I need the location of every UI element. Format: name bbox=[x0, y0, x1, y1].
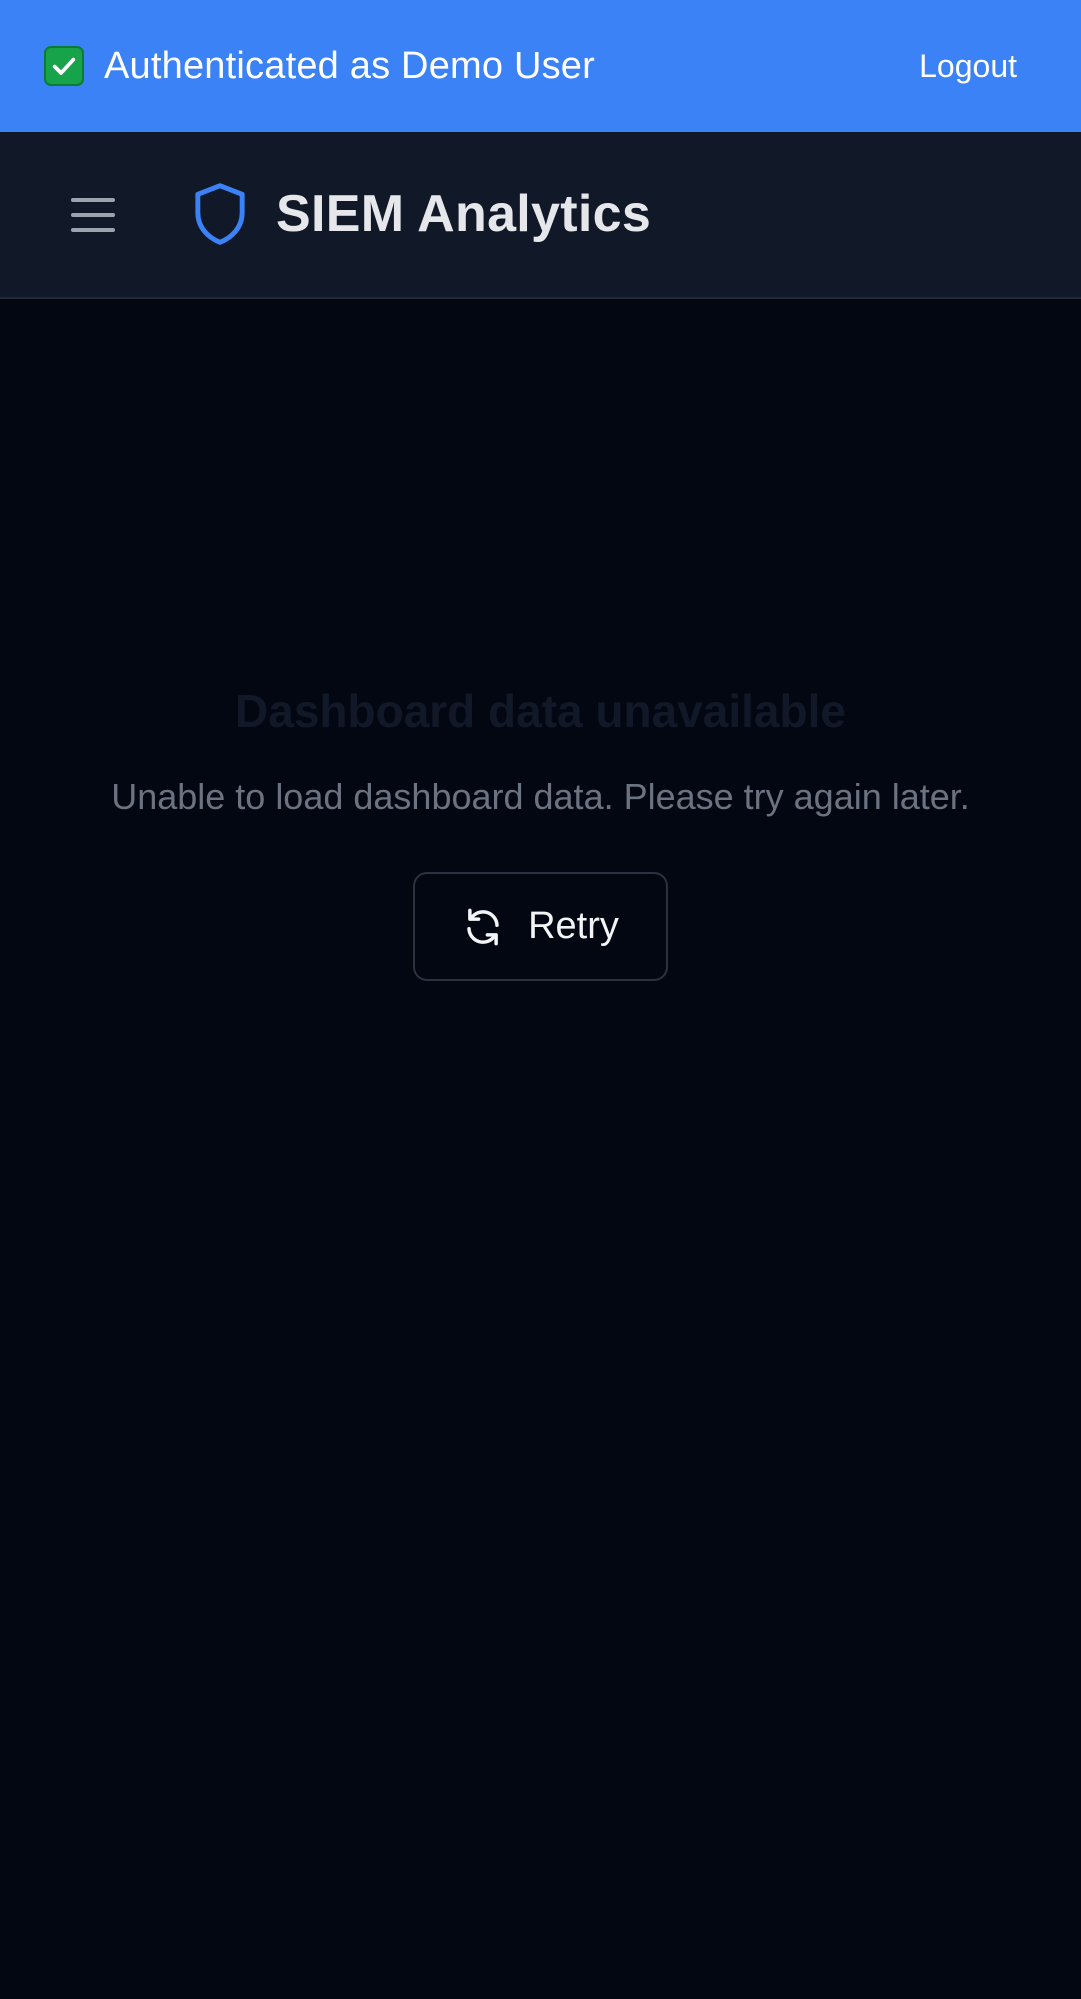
app-header: SIEM Analytics bbox=[0, 132, 1081, 299]
shield-icon bbox=[190, 182, 250, 246]
brand: SIEM Analytics bbox=[190, 182, 651, 246]
retry-button[interactable]: Retry bbox=[413, 872, 668, 981]
auth-banner: Authenticated as Demo User Logout bbox=[0, 0, 1081, 132]
dashboard-main: Dashboard data unavailable Unable to loa… bbox=[0, 300, 1081, 1999]
error-message: Unable to load dashboard data. Please tr… bbox=[111, 776, 970, 817]
auth-message: Authenticated as Demo User bbox=[104, 44, 595, 87]
check-icon bbox=[44, 46, 84, 86]
logout-button[interactable]: Logout bbox=[899, 38, 1037, 95]
refresh-icon bbox=[462, 906, 504, 948]
error-title: Dashboard data unavailable bbox=[235, 685, 846, 737]
app-title: SIEM Analytics bbox=[276, 185, 652, 243]
auth-status: Authenticated as Demo User bbox=[44, 45, 595, 88]
hamburger-menu-icon[interactable] bbox=[66, 192, 120, 238]
retry-label: Retry bbox=[528, 905, 619, 947]
